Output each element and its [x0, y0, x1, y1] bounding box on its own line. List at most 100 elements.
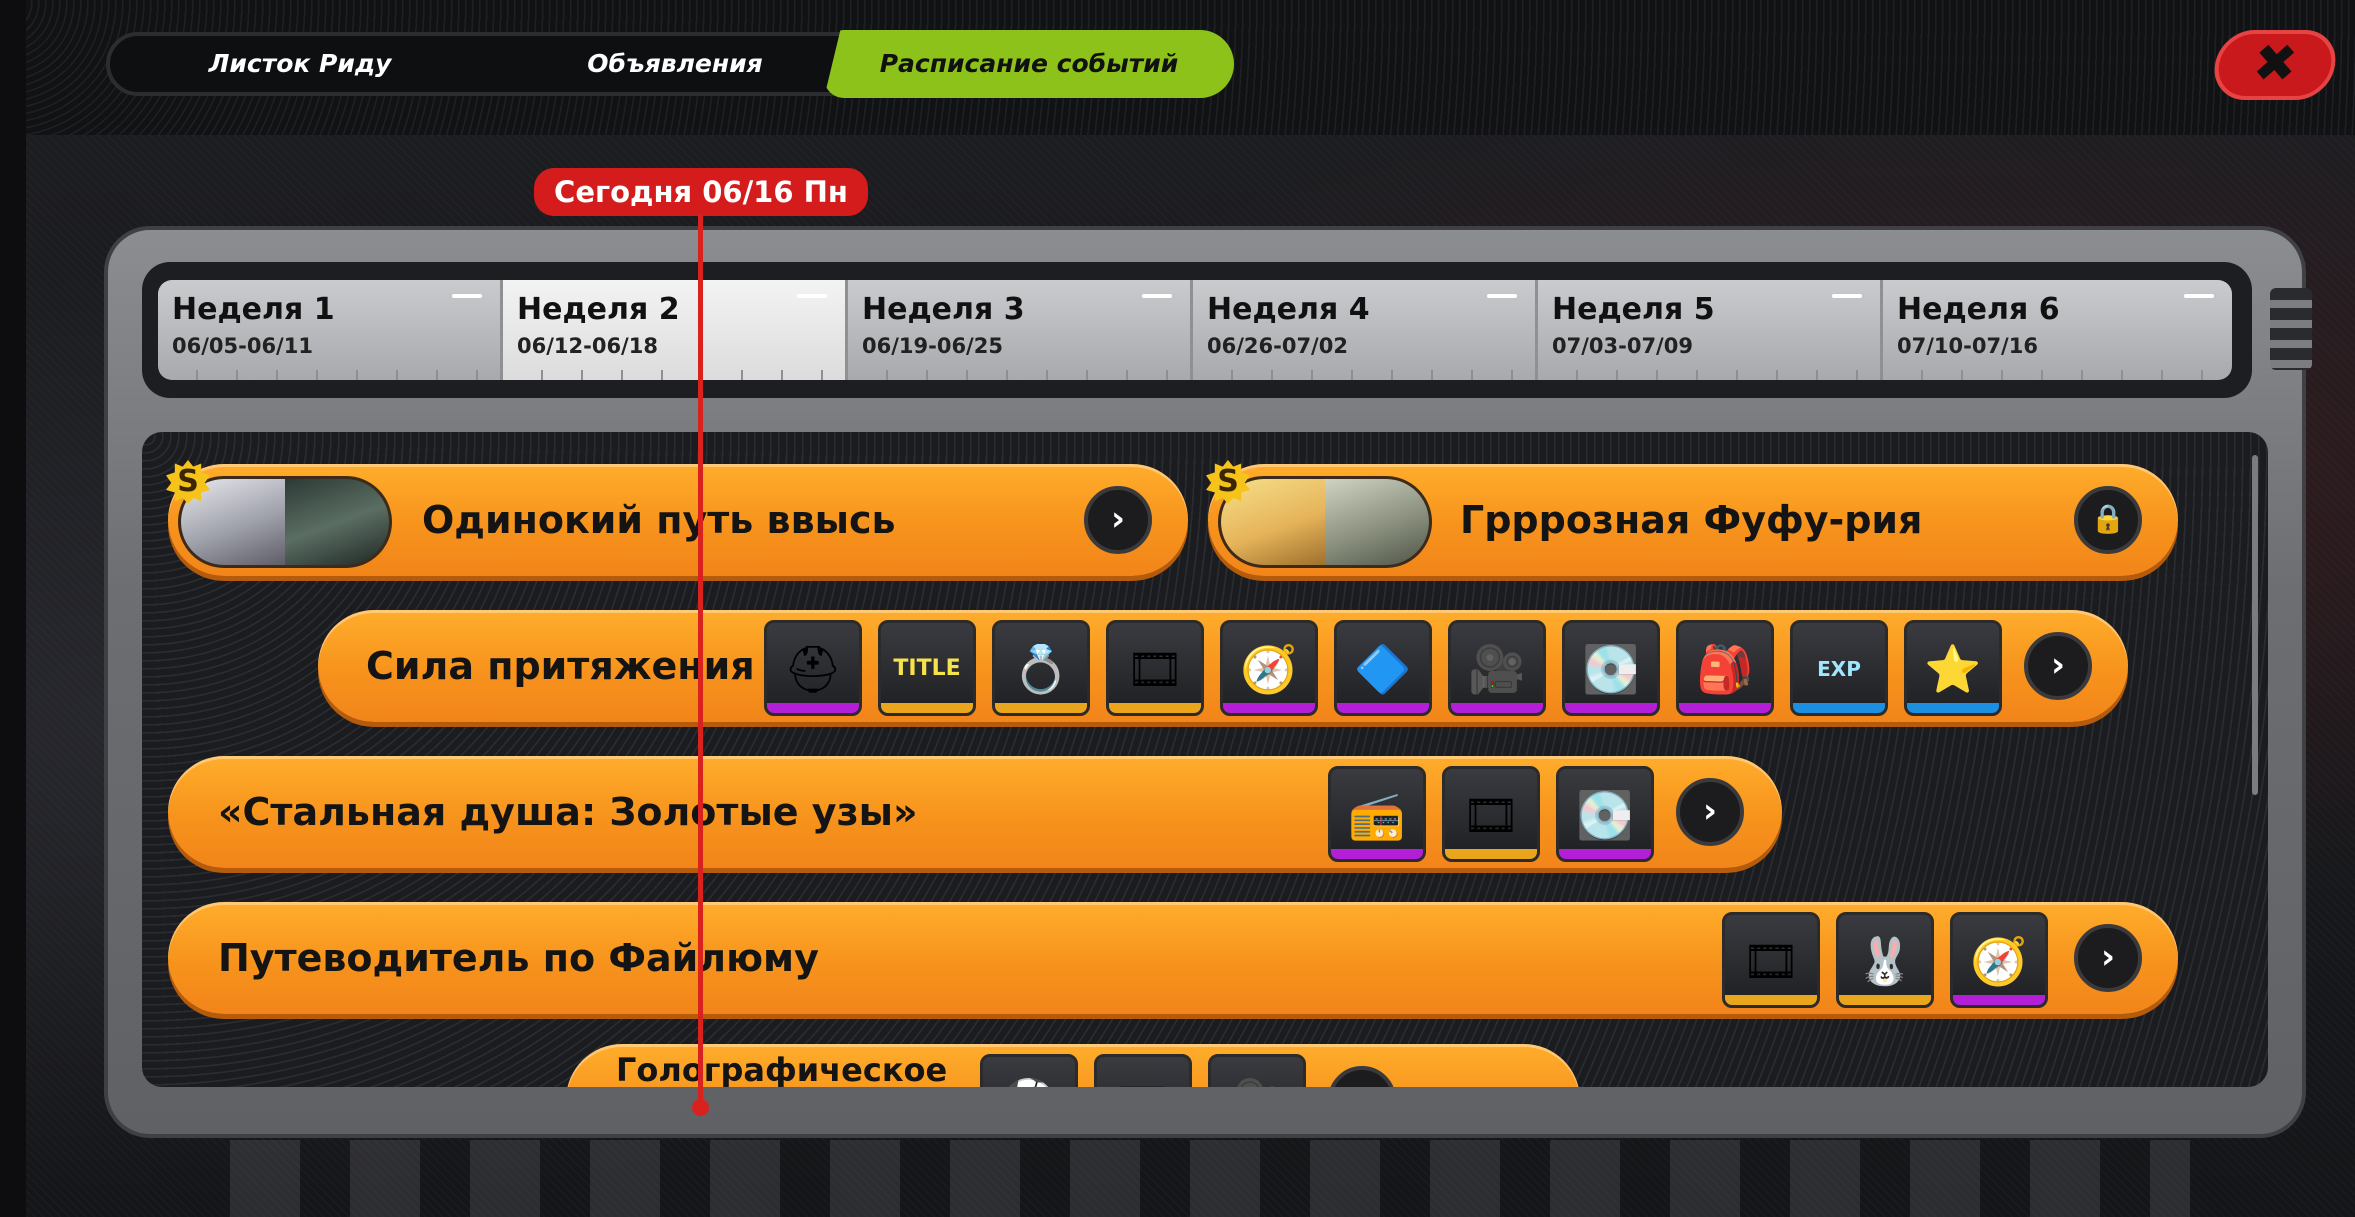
week-dates: 06/12-06/18 [517, 334, 658, 358]
event-title: Одинокий путь ввысь [422, 498, 896, 542]
reward-item-icon[interactable]: 🎒 [1676, 620, 1774, 716]
event-card-lonely-path[interactable]: S Одинокий путь ввысь › [166, 460, 1188, 576]
reward-item-icon[interactable]: 🎞 [1722, 912, 1820, 1008]
week-marker [452, 294, 482, 298]
chevron-right-icon[interactable]: › [1676, 778, 1744, 846]
rarity-bar [1839, 995, 1931, 1005]
event-title: Грррозная Фуфу-рия [1460, 498, 1923, 542]
week-ticks [1883, 370, 2232, 380]
film-card-icon: 🎞 [1125, 642, 1185, 696]
reward-item-icon[interactable]: ⛑ [764, 620, 862, 716]
week-3[interactable]: Неделя 3 06/19-06/25 [848, 280, 1193, 380]
today-marker-line [698, 214, 703, 1106]
star-medal-icon: ⭐ [1924, 642, 1982, 696]
reward-item-icon[interactable]: 🎞 [1094, 1054, 1192, 1087]
reward-item-icon[interactable]: 🧭 [1220, 620, 1318, 716]
reward-item-icon[interactable]: ⚽ [980, 1054, 1078, 1087]
rarity-bar [1953, 995, 2045, 1005]
event-card-gravity[interactable]: Сила притяжения ⛑ TITLE 💍 🎞 🧭 🔷 🎥 💽 🎒 EX… [318, 610, 2128, 722]
reward-item-icon[interactable]: 💍 [992, 620, 1090, 716]
rarity-bar [1679, 703, 1771, 713]
reward-item-icon[interactable]: 🧭 [1950, 912, 2048, 1008]
event-title: Сила притяжения [366, 644, 755, 688]
side-tab-handles[interactable] [2270, 288, 2312, 370]
rarity-bar [1445, 849, 1537, 859]
reward-item-icon[interactable]: 📻 [1328, 766, 1426, 862]
event-title: Голографическое [616, 1051, 948, 1087]
rarity-bar [1337, 703, 1429, 713]
week-name: Неделя 1 [172, 292, 335, 327]
reward-item-icon[interactable]: 🎥 [1448, 620, 1546, 716]
title-card-icon: TITLE [893, 656, 961, 681]
close-icon: ✖ [2249, 34, 2302, 94]
week-dates: 06/19-06/25 [862, 334, 1003, 358]
event-card-fileum-guide[interactable]: Путеводитель по Файлюму 🎞 🐰 🧭 › [168, 902, 2178, 1014]
screen-edge [0, 0, 26, 1217]
week-name: Неделя 3 [862, 292, 1025, 327]
week-2[interactable]: Неделя 2 06/12-06/18 [503, 280, 848, 380]
compass-gear-icon: 🧭 [1240, 642, 1298, 696]
week-5[interactable]: Неделя 5 07/03-07/09 [1538, 280, 1883, 380]
chevron-right-icon[interactable]: › [2074, 924, 2142, 992]
reward-item-icon[interactable]: 🔷 [1334, 620, 1432, 716]
reward-item-icon[interactable]: 🐰 [1836, 912, 1934, 1008]
week-name: Неделя 4 [1207, 292, 1370, 327]
week-6[interactable]: Неделя 6 07/10-07/16 [1883, 280, 2232, 380]
background-dock [230, 1140, 2190, 1217]
rarity-bar [1565, 703, 1657, 713]
week-dates: 07/10-07/16 [1897, 334, 2038, 358]
week-dates: 06/05-06/11 [172, 334, 313, 358]
rarity-bar [995, 703, 1087, 713]
badge-icon: 🔷 [1354, 642, 1412, 696]
reward-item-icon[interactable]: 💽 [1556, 766, 1654, 862]
event-card-steel-soul[interactable]: «Стальная душа: Золотые узы» 📻 🎞 💽 › [168, 756, 1782, 868]
helmet-icon: ⛑ [783, 642, 843, 696]
rarity-bar [1793, 703, 1885, 713]
film-card-icon: 🎞 [1461, 788, 1521, 842]
event-card-fufu-ria[interactable]: S Грррозная Фуфу-рия 🔒 [1206, 460, 2178, 576]
reward-item-icon[interactable]: TITLE [878, 620, 976, 716]
reward-item-icon[interactable]: 💽 [1562, 620, 1660, 716]
drive-disk-icon: 💽 [1582, 642, 1640, 696]
reward-item-icon[interactable]: 🎞 [1106, 620, 1204, 716]
film-card-icon: 🎞 [1741, 934, 1801, 988]
reward-item-icon[interactable]: 🎞 [1442, 766, 1540, 862]
today-marker-dot [692, 1099, 709, 1116]
week-ticks [848, 370, 1190, 380]
character-portrait [1325, 479, 1429, 565]
reward-item-icon[interactable]: EXP [1790, 620, 1888, 716]
rarity-bar [1907, 703, 1999, 713]
lock-icon[interactable]: 🔒 [2074, 486, 2142, 554]
rarity-bar [1223, 703, 1315, 713]
tab-ridu-sheet[interactable]: Листок Риду [170, 36, 430, 92]
week-timeline[interactable]: Неделя 1 06/05-06/11 Неделя 2 06/12-06/1… [158, 280, 2232, 380]
week-4[interactable]: Неделя 4 06/26-07/02 [1193, 280, 1538, 380]
event-portraits [1218, 476, 1432, 568]
reward-item-icon[interactable]: 🎥 [1208, 1054, 1306, 1087]
chevron-right-icon[interactable]: › [1084, 486, 1152, 554]
ball-icon: ⚽ [983, 1063, 1075, 1087]
tab-bar: Листок Риду Объявления Расписание событи… [106, 30, 1234, 98]
event-card-holographic[interactable]: Голографическое ⚽ 🎞 🎥 › [566, 1044, 1580, 1087]
rarity-bar [1331, 849, 1423, 859]
event-list-scrollbar[interactable] [2252, 455, 2258, 795]
week-marker [797, 294, 827, 298]
tab-event-schedule[interactable]: Расписание событий [824, 30, 1234, 98]
week-name: Неделя 6 [1897, 292, 2060, 327]
week-marker [1832, 294, 1862, 298]
week-dates: 06/26-07/02 [1207, 334, 1348, 358]
close-button[interactable]: ✖ [2210, 30, 2340, 100]
today-marker-label: Сегодня 06/16 Пн [534, 168, 868, 216]
chevron-right-icon[interactable]: › [2024, 632, 2092, 700]
tab-announcements[interactable]: Объявления [550, 36, 800, 92]
film-reel-icon: 🎥 [1211, 1063, 1303, 1087]
week-ticks [158, 370, 500, 380]
reward-item-icon[interactable]: ⭐ [1904, 620, 2002, 716]
film-reel-icon: 🎥 [1468, 642, 1526, 696]
radio-icon: 📻 [1348, 788, 1406, 842]
week-marker [1142, 294, 1172, 298]
compass-gear-icon: 🧭 [1970, 934, 2028, 988]
week-1[interactable]: Неделя 1 06/05-06/11 [158, 280, 503, 380]
chevron-right-icon[interactable]: › [1328, 1066, 1396, 1087]
bag-icon: 🎒 [1696, 642, 1754, 696]
